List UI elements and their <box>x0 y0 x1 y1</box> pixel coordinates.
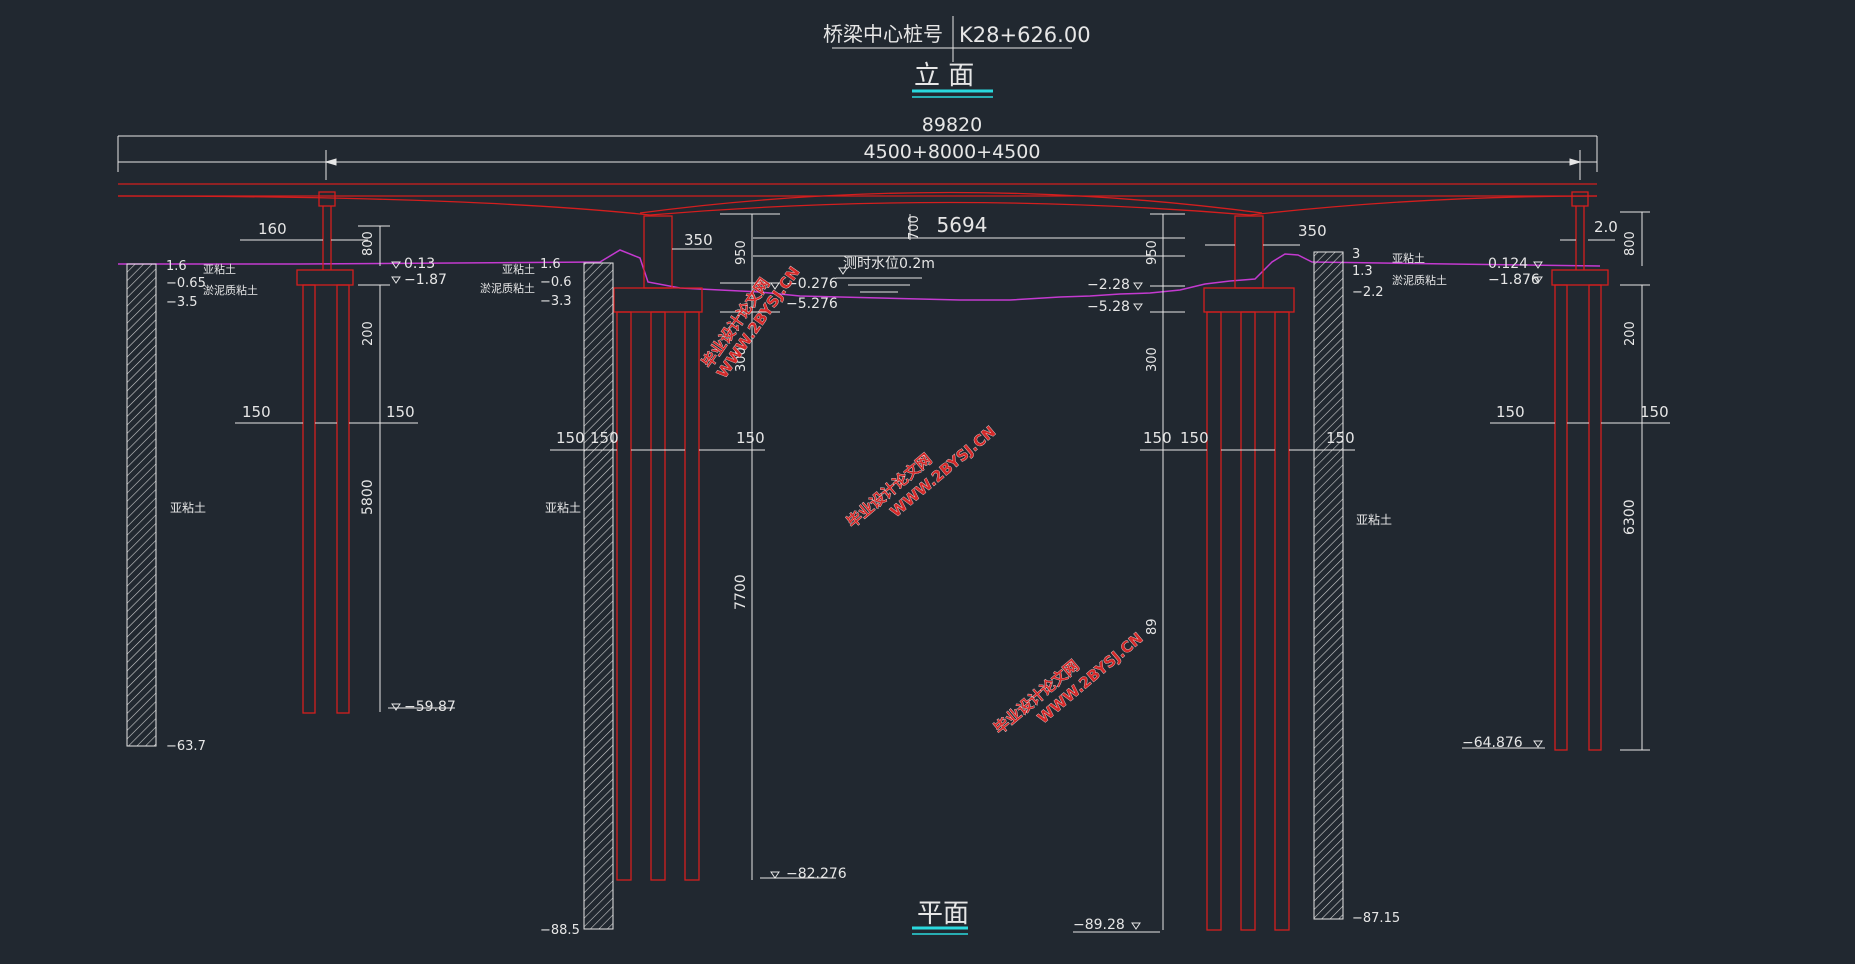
svg-text:−87.15: −87.15 <box>1352 911 1400 926</box>
svg-text:亚粘土: 亚粘土 <box>170 500 206 515</box>
dim-150-d1: 150 <box>1496 403 1525 421</box>
dim-150-b2: 150 <box>590 429 619 447</box>
elev-a-tip: −59.87 <box>404 699 456 715</box>
watermark-1: 毕业设计论文网 WWW.2BYSJ.CN <box>698 263 804 382</box>
dim-350-left: 350 <box>684 231 713 249</box>
svg-text:−0.6: −0.6 <box>540 275 572 290</box>
bridge-elevation-drawing: 桥梁中心桩号 K28+626.00 立 面 89820 4500+8000+45… <box>117 16 1670 938</box>
svg-text:淤泥质粘土: 淤泥质粘土 <box>1392 273 1447 287</box>
svg-text:亚粘土: 亚粘土 <box>1392 251 1425 265</box>
svg-text:亚粘土: 亚粘土 <box>502 262 535 276</box>
pier-3-dims <box>1073 213 1355 933</box>
dim-150-l2: 150 <box>386 403 415 421</box>
dim-700: 700 <box>907 215 922 240</box>
elev-c1: −2.28 <box>1087 277 1130 293</box>
pier-3 <box>1203 215 1295 931</box>
borehole-3: 3 1.3 −2.2 亚粘土 淤泥质粘土 亚粘土 −87.15 <box>1313 247 1447 926</box>
dim-total: 89820 <box>922 114 982 136</box>
dim-150-b1: 150 <box>556 429 585 447</box>
dim-300-right: 300 <box>1145 347 1160 372</box>
view-title-plan: 平面 <box>917 899 969 929</box>
pier-1 <box>296 191 354 714</box>
dim-7700: 7700 <box>733 574 749 610</box>
elev-b-tip: −82.276 <box>786 866 847 882</box>
svg-text:1.6: 1.6 <box>166 259 187 274</box>
elev-d1: 0.124 <box>1488 256 1528 272</box>
elev-d-tip: −64.876 <box>1462 735 1523 751</box>
dim-150-l1: 150 <box>242 403 271 421</box>
svg-text:−3.3: −3.3 <box>540 294 572 309</box>
svg-text:−88.5: −88.5 <box>540 923 580 938</box>
pier-2 <box>613 215 703 881</box>
watermark-3: 毕业设计论文网 WWW.2BYSJ.CN <box>990 629 1147 738</box>
svg-text:亚粘土: 亚粘土 <box>1356 512 1392 527</box>
dim-160: 160 <box>258 220 287 238</box>
watermark-2: 毕业设计论文网 WWW.2BYSJ.CN <box>843 422 1000 531</box>
dim-350-right: 350 <box>1298 222 1327 240</box>
elev-b2: −5.276 <box>786 296 838 312</box>
svg-text:淤泥质粘土: 淤泥质粘土 <box>480 281 535 295</box>
borehole-2: 亚粘土 1.6 淤泥质粘土 −0.6 −3.3 亚粘土 −88.5 <box>480 257 614 938</box>
pier-4 <box>1551 191 1609 751</box>
svg-text:1.3: 1.3 <box>1352 264 1373 279</box>
dim-150-c3: 150 <box>1326 429 1355 447</box>
dim-2-0: 2.0 <box>1594 218 1618 236</box>
dim-6300: 6300 <box>1622 499 1638 535</box>
dim-200-right: 200 <box>1623 321 1638 346</box>
svg-text:−0.65: −0.65 <box>166 276 206 291</box>
svg-text:3: 3 <box>1352 247 1360 262</box>
dim-5800: 5800 <box>360 479 376 515</box>
elev-c2: −5.28 <box>1087 299 1130 315</box>
elev-a1: 0.13 <box>404 256 435 272</box>
pier-1-dims <box>235 225 455 712</box>
svg-text:亚粘土: 亚粘土 <box>545 500 581 515</box>
dim-150-c2: 150 <box>1180 429 1209 447</box>
dim-150-c1: 150 <box>1143 429 1172 447</box>
svg-text:1.6: 1.6 <box>540 257 561 272</box>
dim-5694: 5694 <box>937 213 988 237</box>
borehole-1: 1.6 −0.65 −3.5 亚粘土 淤泥质粘土 亚粘土 −63.7 <box>126 259 258 754</box>
svg-text:淤泥质粘土: 淤泥质粘土 <box>203 283 258 297</box>
elev-c-tip: −89.28 <box>1073 917 1125 933</box>
svg-text:−63.7: −63.7 <box>166 739 206 754</box>
dim-150-b3: 150 <box>736 429 765 447</box>
elev-a2: −1.87 <box>404 272 447 288</box>
svg-text:亚粘土: 亚粘土 <box>203 262 236 276</box>
title-label: 桥梁中心桩号 <box>823 22 943 46</box>
water-level-label: 测时水位0.2m <box>843 256 935 272</box>
dim-950-left: 950 <box>734 240 749 265</box>
svg-text:−2.2: −2.2 <box>1352 285 1384 300</box>
svg-text:−3.5: −3.5 <box>166 295 198 310</box>
dim-200-left: 200 <box>361 321 376 346</box>
dim-89: 89 <box>1145 618 1160 635</box>
dim-950-right: 950 <box>1145 240 1160 265</box>
title-station: K28+626.00 <box>959 23 1091 47</box>
dim-150-d2: 150 <box>1640 403 1669 421</box>
view-title-elevation: 立 面 <box>914 61 974 91</box>
elev-d2: −1.876 <box>1488 272 1540 288</box>
plan-title: 平面 <box>912 899 969 935</box>
dim-spans: 4500+8000+4500 <box>864 141 1041 163</box>
overall-dimensions <box>117 135 1598 180</box>
dim-800-right: 800 <box>1623 231 1638 256</box>
title-block: 桥梁中心桩号 K28+626.00 立 面 <box>823 16 1091 98</box>
dim-800-left: 800 <box>361 231 376 256</box>
pier-4-dims <box>1462 211 1670 751</box>
deck-girder <box>117 183 1598 216</box>
